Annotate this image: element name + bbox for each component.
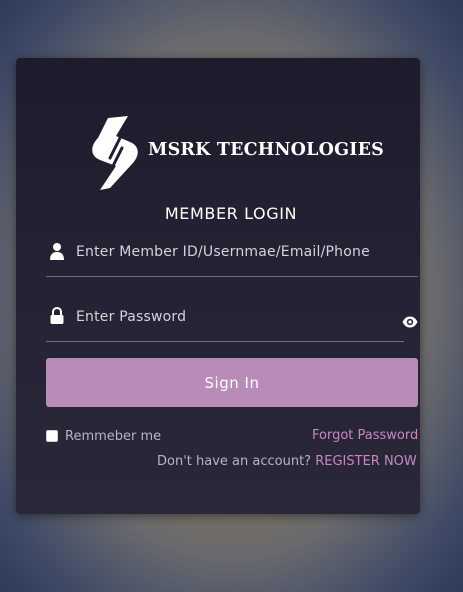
remember-label: Remmeber me <box>65 428 162 444</box>
register-line: Don't have an account? REGISTER NOW <box>157 454 417 469</box>
forgot-password-link[interactable]: Forgot Password <box>312 428 418 443</box>
register-now-link[interactable]: REGISTER NOW <box>315 454 417 469</box>
msrk-logo-icon <box>92 116 138 190</box>
brand-name: MSRK TECHNOLOGIES <box>148 140 384 160</box>
password-field <box>46 307 406 342</box>
login-card <box>16 58 420 514</box>
password-input[interactable] <box>76 307 406 327</box>
signin-button[interactable]: Sign In <box>46 358 418 407</box>
username-input[interactable] <box>76 242 406 262</box>
remember-me[interactable]: Remmeber me <box>46 428 161 444</box>
user-icon <box>50 243 64 260</box>
lock-icon <box>50 307 64 324</box>
remember-checkbox[interactable] <box>46 430 58 442</box>
username-field <box>46 242 418 277</box>
register-prompt: Don't have an account? <box>157 454 312 469</box>
eye-icon[interactable] <box>402 316 418 328</box>
login-title: MEMBER LOGIN <box>164 204 298 223</box>
